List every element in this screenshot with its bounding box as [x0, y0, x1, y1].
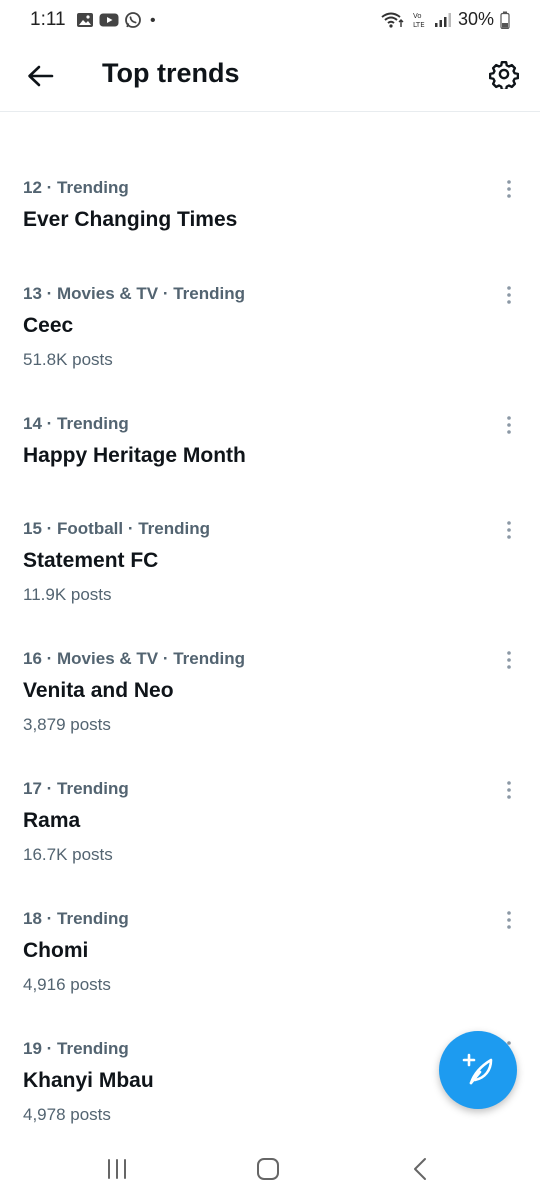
- more-options-button[interactable]: [498, 517, 520, 543]
- notification-icons: [76, 11, 142, 29]
- trend-name: Khanyi Mbau: [23, 1069, 154, 1092]
- trend-name: Venita and Neo: [23, 679, 174, 702]
- svg-text:Vo: Vo: [413, 12, 422, 20]
- more-options-button[interactable]: [498, 282, 520, 308]
- back-button[interactable]: [22, 58, 58, 94]
- signal-icon: [434, 12, 451, 27]
- home-button[interactable]: [248, 1154, 288, 1184]
- settings-button[interactable]: [486, 56, 522, 92]
- more-options-button[interactable]: [498, 777, 520, 803]
- more-options-button[interactable]: [498, 176, 520, 202]
- trend-post-count: 11.9K posts: [23, 585, 112, 604]
- trend-meta: 13 · Movies & TV · Trending: [23, 284, 245, 303]
- more-vertical-icon: [507, 416, 511, 434]
- system-indicators: Vo LTE 30%: [380, 9, 510, 30]
- trend-name: Rama: [23, 809, 81, 832]
- compose-post-icon: [462, 1053, 493, 1085]
- trend-name: Ever Changing Times: [23, 208, 238, 231]
- back-icon: [414, 1158, 426, 1180]
- trend-meta: 16 · Movies & TV · Trending: [23, 649, 245, 668]
- svg-text:LTE: LTE: [413, 21, 425, 29]
- trend-post-count: 4,978 posts: [23, 1105, 111, 1124]
- trend-meta: 18 · Trending: [23, 909, 129, 928]
- more-vertical-icon: [507, 286, 511, 304]
- more-vertical-icon: [507, 521, 511, 539]
- gallery-icon: [77, 13, 93, 27]
- home-icon: [257, 1158, 279, 1180]
- nav-back-button[interactable]: [400, 1154, 440, 1184]
- top-bar: Top trends: [0, 40, 540, 112]
- more-options-button[interactable]: [498, 907, 520, 933]
- trend-post-count: 3,879 posts: [23, 715, 111, 734]
- trend-meta: 12 · Trending: [23, 178, 129, 197]
- more-vertical-icon: [507, 911, 511, 929]
- trend-meta: 14 · Trending: [23, 414, 129, 433]
- more-vertical-icon: [507, 781, 511, 799]
- battery-percentage: 30%: [457, 9, 494, 29]
- page-title: Top trends: [102, 58, 240, 88]
- recents-icon: [108, 1159, 126, 1179]
- trend-name: Chomi: [23, 939, 89, 962]
- more-options-button[interactable]: [498, 647, 520, 673]
- more-vertical-icon: [507, 651, 511, 669]
- gear-icon: [489, 60, 519, 89]
- trend-post-count: 51.8K posts: [23, 350, 113, 369]
- trend-name: Happy Heritage Month: [23, 444, 246, 467]
- trend-name: Ceec: [23, 314, 74, 337]
- volte-icon: Vo LTE: [413, 12, 425, 29]
- trend-post-count: 4,916 posts: [23, 975, 111, 994]
- trend-meta: 19 · Trending: [23, 1039, 129, 1058]
- battery-icon: [500, 11, 510, 29]
- system-navigation-bar: [0, 1140, 540, 1200]
- more-options-button[interactable]: [498, 412, 520, 438]
- wifi-icon: [381, 12, 404, 28]
- status-dot: •: [150, 12, 156, 29]
- trend-meta: 15 · Football · Trending: [23, 519, 210, 538]
- compose-post-button[interactable]: [439, 1031, 517, 1109]
- more-vertical-icon: [507, 180, 511, 198]
- youtube-icon: [99, 13, 119, 27]
- arrow-left-icon: [28, 65, 54, 87]
- whatsapp-icon: [125, 12, 141, 28]
- status-time: 1:11: [30, 9, 66, 30]
- trend-name: Statement FC: [23, 549, 159, 572]
- trend-post-count: 16.7K posts: [23, 845, 113, 864]
- recents-button[interactable]: [97, 1154, 137, 1184]
- trend-meta: 17 · Trending: [23, 779, 129, 798]
- status-bar: 1:11 • Vo LTE 30%: [0, 0, 540, 40]
